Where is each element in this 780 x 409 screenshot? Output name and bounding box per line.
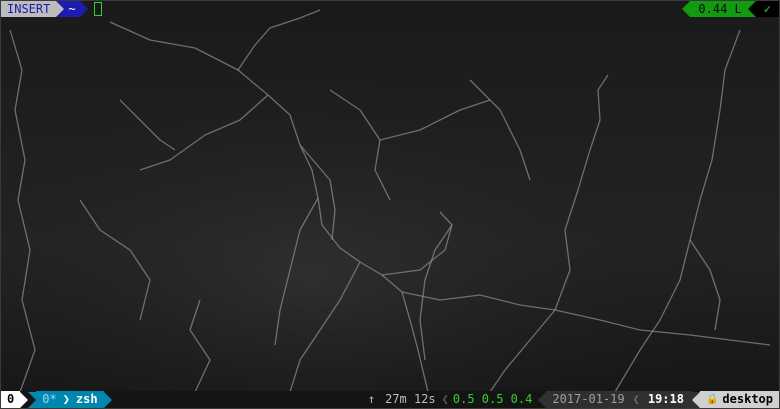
- powerline-separator-icon: [28, 391, 37, 408]
- uptime-value: 27m 12s: [385, 392, 436, 406]
- vi-mode-indicator: INSERT: [1, 1, 57, 17]
- powerline-separator-icon: [691, 391, 700, 408]
- separator-icon: ❮: [630, 391, 642, 408]
- tmux-status-bar: 0 0* ❯ zsh ↑ 27m 12s ❮ 0.5 0.5 0.4 2017-…: [1, 391, 779, 408]
- tmux-window-name[interactable]: zsh: [71, 391, 104, 408]
- clock-time: 19:18: [641, 391, 692, 408]
- current-directory: ~: [64, 1, 80, 17]
- lock-icon: 🔒: [699, 391, 721, 408]
- powerline-separator-icon: [20, 391, 29, 408]
- powerline-separator-icon: [79, 1, 88, 17]
- uptime-arrow-icon: ↑: [367, 392, 376, 406]
- powerline-separator-icon: [682, 1, 691, 17]
- prompt-right: 0.44 L ✓: [682, 1, 779, 17]
- date-display: 2017-01-19: [546, 391, 631, 408]
- separator-icon: ❮: [441, 392, 449, 406]
- load-average: 0.5 0.5 0.4: [452, 392, 533, 406]
- tmux-session-name[interactable]: 0: [1, 391, 21, 408]
- load-indicator: 0.44 L: [690, 1, 748, 17]
- powerline-separator-icon: [103, 391, 112, 408]
- powerline-separator-icon: [56, 1, 65, 17]
- powerline-separator-icon: [538, 391, 547, 408]
- lightning-wallpaper: [0, 0, 780, 409]
- tmux-window-index[interactable]: 0*: [36, 391, 61, 408]
- tmux-window-divider: ❯: [60, 391, 72, 408]
- exit-status-check-icon: ✓: [755, 1, 779, 17]
- prompt-left: INSERT ~: [1, 1, 102, 17]
- powerline-separator-icon: [747, 1, 756, 17]
- terminal-cursor[interactable]: [93, 2, 102, 16]
- hostname: desktop: [720, 391, 779, 408]
